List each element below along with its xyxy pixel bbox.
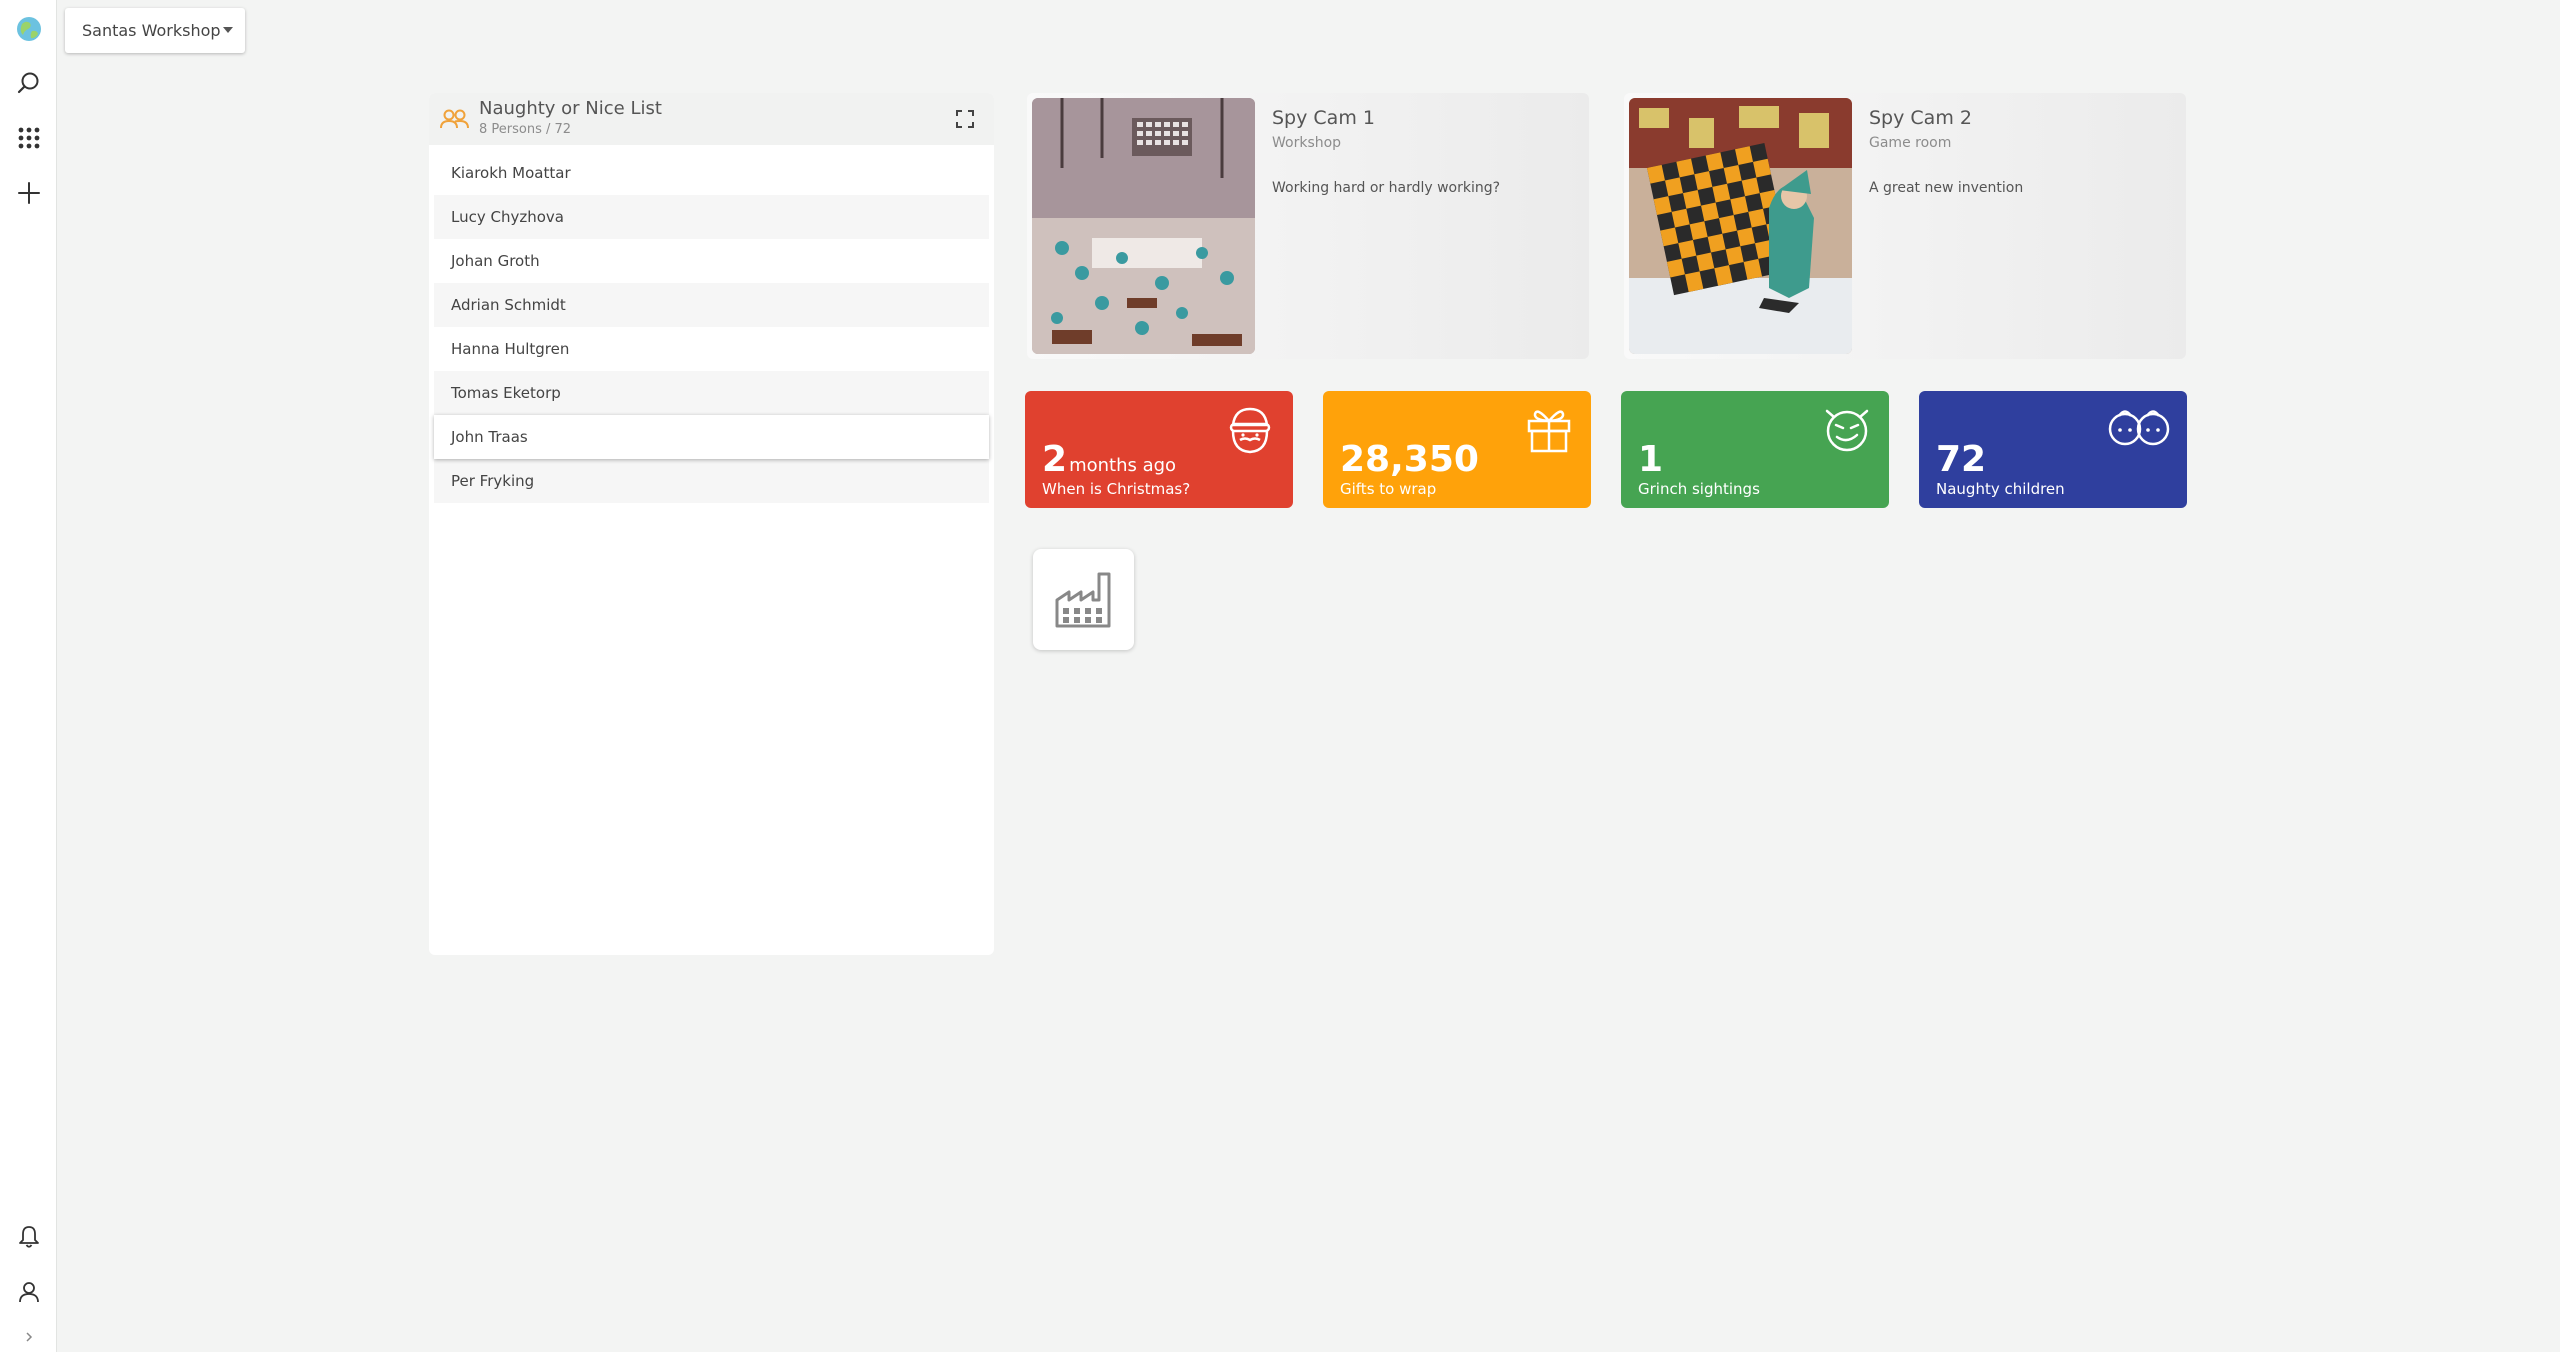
chevron-down-icon	[223, 27, 233, 33]
person-list: Kiarokh Moattar Lucy Chyzhova Johan Grot…	[434, 151, 989, 503]
camera-description: Working hard or hardly working?	[1272, 180, 1501, 196]
fullscreen-icon[interactable]	[954, 108, 976, 130]
add-icon	[17, 182, 40, 204]
tile-label: Grinch sightings	[1638, 480, 1760, 498]
factory-icon	[1055, 572, 1110, 627]
search-button[interactable]	[0, 60, 57, 106]
grinch-face-icon	[1825, 409, 1869, 452]
chevron-right-icon	[25, 1332, 32, 1342]
list-item[interactable]: Tomas Eketorp	[434, 371, 989, 415]
tile-value: 1	[1638, 439, 1664, 480]
tile-value: 2 months ago	[1042, 439, 1177, 480]
person-list-title: Naughty or Nice List	[479, 98, 662, 119]
camera-card-1[interactable]: Spy Cam 1 Workshop Working hard or hardl…	[1027, 93, 1589, 359]
camera-title: Spy Cam 2	[1869, 107, 1972, 129]
gifts-tile[interactable]: 28,350 Gifts to wrap	[1323, 391, 1591, 508]
person-list-count: 8 Persons / 72	[479, 122, 572, 137]
gift-icon	[1527, 410, 1571, 453]
navigation-rail	[0, 0, 57, 1352]
list-item[interactable]: Adrian Schmidt	[434, 283, 989, 327]
person-list-header: Naughty or Nice List 8 Persons / 72	[429, 93, 994, 145]
workspace-select[interactable]: Santas Workshop	[65, 8, 245, 53]
factory-app-tile[interactable]	[1033, 549, 1134, 650]
user-icon	[18, 1282, 39, 1303]
tile-value: 72	[1936, 439, 1987, 480]
camera-location: Workshop	[1272, 135, 1342, 151]
workspace-select-value: Santas Workshop	[82, 21, 221, 40]
camera-location: Game room	[1869, 135, 1952, 151]
apps-grid-icon	[18, 127, 39, 149]
search-icon	[17, 72, 38, 94]
people-icon	[440, 109, 469, 129]
grinch-tile[interactable]: 1 Grinch sightings	[1621, 391, 1889, 508]
naughty-children-tile[interactable]: 72 Naughty children	[1919, 391, 2187, 508]
camera-feed-image	[1629, 98, 1852, 354]
camera-description: A great new invention	[1869, 180, 2024, 196]
camera-title: Spy Cam 1	[1272, 107, 1375, 129]
christmas-countdown-tile[interactable]: 2 months ago When is Christmas?	[1025, 391, 1293, 508]
list-item[interactable]: Kiarokh Moattar	[434, 151, 989, 195]
globe-icon	[16, 17, 41, 41]
person-list-panel: Naughty or Nice List 8 Persons / 72 Kiar…	[429, 93, 994, 955]
notifications-button[interactable]	[0, 1214, 57, 1260]
camera-card-2[interactable]: Spy Cam 2 Game room A great new inventio…	[1624, 93, 2186, 359]
tile-label: Gifts to wrap	[1340, 480, 1437, 498]
add-button[interactable]	[0, 170, 57, 216]
santa-icon	[1229, 407, 1271, 454]
expand-rail-button[interactable]	[0, 1316, 57, 1352]
app-logo[interactable]	[0, 6, 57, 52]
tile-value-unit: months ago	[1069, 455, 1177, 476]
list-item[interactable]: Per Fryking	[434, 459, 989, 503]
bell-icon	[18, 1226, 39, 1248]
user-menu-button[interactable]	[0, 1269, 57, 1315]
apps-button[interactable]	[0, 115, 57, 161]
list-item[interactable]: Lucy Chyzhova	[434, 195, 989, 239]
tile-label: Naughty children	[1936, 480, 2065, 498]
list-item[interactable]: Hanna Hultgren	[434, 327, 989, 371]
child-face-icon	[2108, 410, 2170, 446]
camera-feed-image	[1032, 98, 1255, 354]
list-item-selected[interactable]: John Traas	[434, 415, 989, 459]
tile-value: 28,350	[1340, 439, 1479, 480]
tile-label: When is Christmas?	[1042, 480, 1191, 498]
list-item[interactable]: Johan Groth	[434, 239, 989, 283]
